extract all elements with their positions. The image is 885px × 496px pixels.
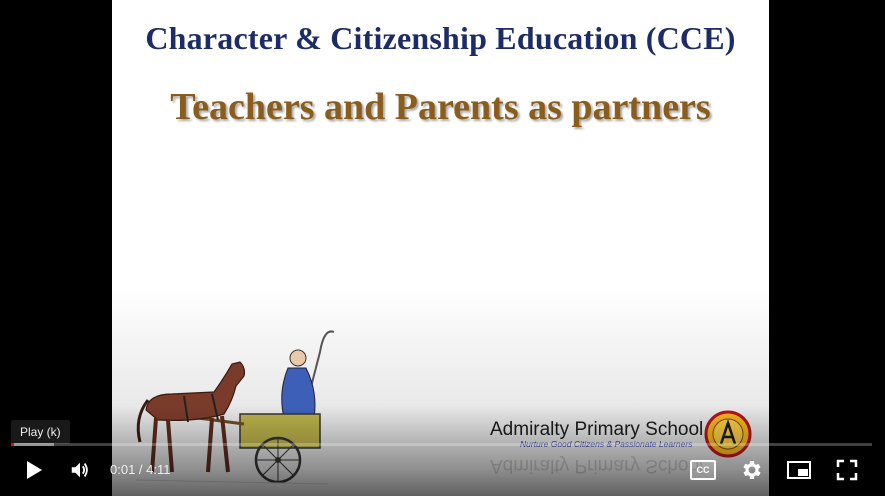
fullscreen-button[interactable] — [827, 450, 867, 490]
video-frame[interactable]: Character & Citizenship Education (CCE) … — [112, 0, 769, 496]
progress-loaded — [11, 443, 55, 446]
video-player[interactable]: Character & Citizenship Education (CCE) … — [0, 0, 885, 496]
time-separator: / — [135, 462, 147, 477]
school-name: Admiralty Primary School — [490, 419, 704, 440]
current-time: 0:01 — [110, 462, 136, 477]
slide-title: Character & Citizenship Education (CCE) — [145, 20, 736, 56]
play-button[interactable] — [14, 450, 54, 490]
fullscreen-icon — [836, 459, 858, 481]
mute-button[interactable] — [60, 450, 100, 490]
progress-played — [11, 443, 15, 446]
time-display: 0:01 / 4:11 — [110, 450, 171, 490]
captions-button[interactable]: CC — [683, 450, 723, 490]
play-icon — [27, 461, 42, 479]
volume-icon — [71, 462, 88, 478]
progress-bar[interactable] — [11, 443, 872, 446]
play-tooltip: Play (k) — [11, 420, 70, 444]
miniplayer-button[interactable] — [779, 450, 819, 490]
slide-subtitle: Teachers and Parents as partners — [170, 86, 711, 128]
captions-icon: CC — [690, 460, 716, 480]
player-controls: 0:01 / 4:11 CC — [0, 450, 885, 490]
captions-label: CC — [696, 465, 710, 475]
settings-button[interactable] — [731, 450, 771, 490]
settings-gear-icon — [743, 461, 761, 479]
miniplayer-icon — [787, 461, 811, 479]
duration: 4:11 — [146, 462, 171, 477]
